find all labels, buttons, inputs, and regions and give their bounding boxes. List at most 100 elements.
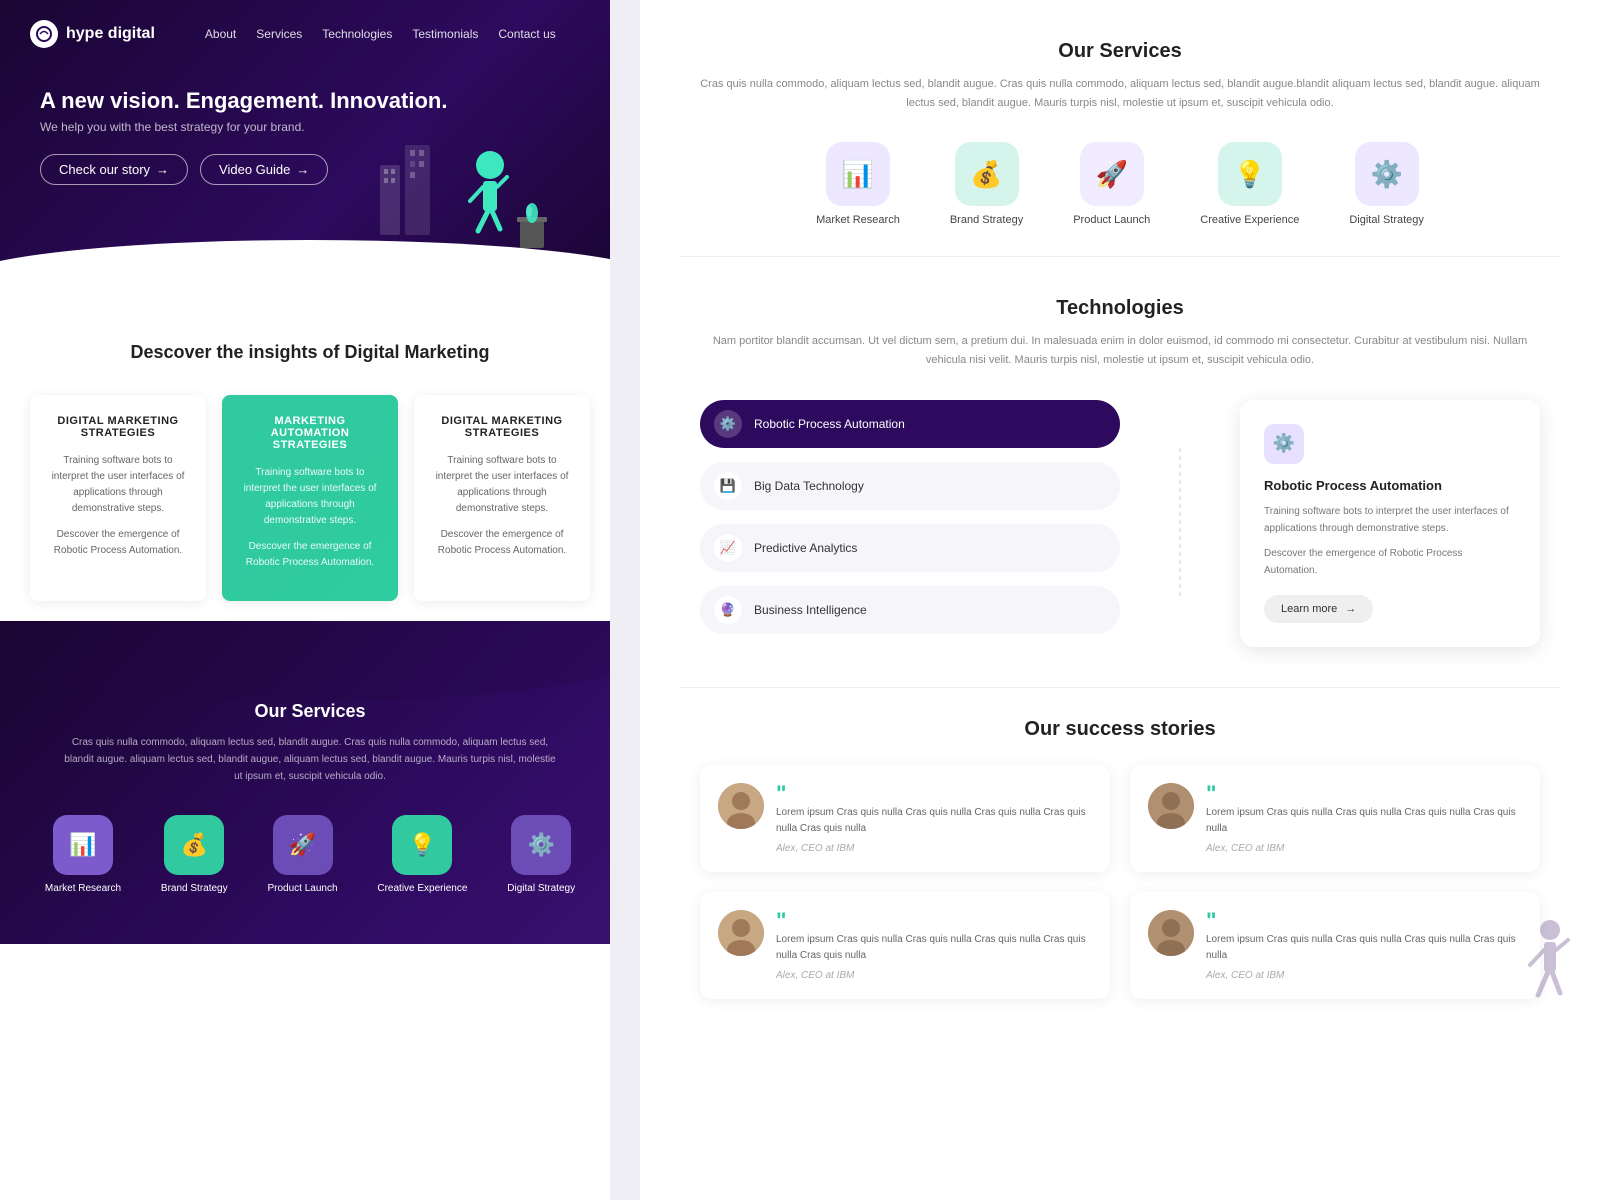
svc-top-product-launch[interactable]: 🚀 Product Launch: [1073, 142, 1150, 226]
svc-top-market-label: Market Research: [816, 214, 900, 226]
svc-top-brand-strategy[interactable]: 💰 Brand Strategy: [950, 142, 1023, 226]
svc-brand-icon-glyph: 💰: [970, 159, 1002, 190]
story-text-4: Lorem ipsum Cras quis nulla Cras quis nu…: [1206, 932, 1522, 964]
video-guide-button[interactable]: Video Guide →: [200, 154, 328, 185]
avatar-3: [718, 910, 764, 956]
brand-strategy-label: Brand Strategy: [161, 883, 228, 894]
digital-icon-box: ⚙️: [511, 815, 571, 875]
story-author-1: Alex, CEO at IBM: [776, 843, 1092, 854]
card-2-text2: Descover the emergence of Robotic Proces…: [238, 539, 382, 571]
nav-about[interactable]: About: [205, 27, 236, 41]
svc-market-icon-glyph: 📊: [842, 159, 874, 190]
bottom-services-title: Our Services: [30, 701, 590, 722]
story-card-3: " Lorem ipsum Cras quis nulla Cras quis …: [700, 892, 1110, 999]
service-icons-top-row: 📊 Market Research 💰 Brand Strategy 🚀 Pro…: [700, 142, 1540, 226]
digital-icon: ⚙️: [527, 832, 554, 858]
svc-top-creative[interactable]: 💡 Creative Experience: [1200, 142, 1299, 226]
card-3-text2: Descover the emergence of Robotic Proces…: [430, 527, 574, 559]
service-digital[interactable]: ⚙️ Digital Strategy: [507, 815, 575, 894]
svc-top-digital-icon: ⚙️: [1355, 142, 1419, 206]
nav-bar: hype digital About Services Technologies…: [30, 20, 590, 48]
svc-launch-icon-glyph: 🚀: [1096, 159, 1128, 190]
svc-top-digital-label: Digital Strategy: [1349, 214, 1424, 226]
tech-desc: Nam portitor blandit accumsan. Ut vel di…: [700, 332, 1540, 369]
quote-mark-4: ": [1206, 910, 1522, 932]
story-author-3: Alex, CEO at IBM: [776, 970, 1092, 981]
tech-item-rpa[interactable]: ⚙️ Robotic Process Automation: [700, 400, 1120, 448]
story-card-4: " Lorem ipsum Cras quis nulla Cras quis …: [1130, 892, 1540, 999]
hero-section: hype digital About Services Technologies…: [0, 0, 620, 280]
story-content-1: " Lorem ipsum Cras quis nulla Cras quis …: [776, 783, 1092, 854]
nav-technologies[interactable]: Technologies: [322, 27, 392, 41]
bottom-services: Our Services Cras quis nulla commodo, al…: [0, 661, 620, 944]
tech-detail-title: Robotic Process Automation: [1264, 478, 1516, 493]
brand-strategy-icon: 💰: [181, 832, 208, 858]
arrow-icon-2: →: [296, 162, 309, 177]
product-launch-icon-box: 🚀: [273, 815, 333, 875]
tech-detail-icon: ⚙️: [1264, 424, 1304, 464]
learn-more-arrow-icon: →: [1345, 603, 1356, 615]
tech-item-bi[interactable]: 🔮 Business Intelligence: [700, 586, 1120, 634]
logo[interactable]: hype digital: [30, 20, 155, 48]
story-content-3: " Lorem ipsum Cras quis nulla Cras quis …: [776, 910, 1092, 981]
left-panel: hype digital About Services Technologies…: [0, 0, 620, 1200]
check-story-button[interactable]: Check our story →: [40, 154, 188, 185]
svc-top-creative-icon: 💡: [1218, 142, 1282, 206]
tech-detail-text2: Descover the emergence of Robotic Proces…: [1264, 545, 1516, 579]
story-text-1: Lorem ipsum Cras quis nulla Cras quis nu…: [776, 805, 1092, 837]
predictive-label: Predictive Analytics: [754, 541, 857, 555]
svc-top-brand-label: Brand Strategy: [950, 214, 1023, 226]
service-market-research[interactable]: 📊 Market Research: [45, 815, 121, 894]
service-creative[interactable]: 💡 Creative Experience: [377, 815, 467, 894]
learn-more-button[interactable]: Learn more →: [1264, 595, 1373, 623]
our-services-section: Our Services Cras quis nulla commodo, al…: [640, 0, 1600, 256]
creative-label: Creative Experience: [377, 883, 467, 894]
nav-contact[interactable]: Contact us: [498, 27, 555, 41]
svc-top-brand-icon: 💰: [955, 142, 1019, 206]
insights-title: Descover the insights of Digital Marketi…: [30, 340, 590, 365]
svc-top-creative-label: Creative Experience: [1200, 214, 1299, 226]
card-2-text1: Training software bots to interpret the …: [238, 465, 382, 529]
tech-content: ⚙️ Robotic Process Automation 💾 Big Data…: [700, 400, 1540, 647]
card-1[interactable]: DIGITAL MARKETING STRATEGIES Training so…: [30, 395, 206, 601]
tech-detail-card: ⚙️ Robotic Process Automation Training s…: [1240, 400, 1540, 647]
svc-top-market-research[interactable]: 📊 Market Research: [816, 142, 900, 226]
nav-testimonials[interactable]: Testimonials: [412, 27, 478, 41]
tech-title: Technologies: [700, 297, 1540, 320]
avatar-4: [1148, 910, 1194, 956]
card-3-text1: Training software bots to interpret the …: [430, 453, 574, 517]
service-product-launch[interactable]: 🚀 Product Launch: [267, 815, 337, 894]
right-panel: Our Services Cras quis nulla commodo, al…: [640, 0, 1600, 1200]
svc-top-digital[interactable]: ⚙️ Digital Strategy: [1349, 142, 1424, 226]
dotted-connector: [1160, 400, 1200, 647]
svc-top-launch-icon: 🚀: [1080, 142, 1144, 206]
our-services-title: Our Services: [700, 40, 1540, 63]
success-stories-title: Our success stories: [700, 718, 1540, 741]
creative-icon: 💡: [409, 832, 436, 858]
quote-mark-1: ": [776, 783, 1092, 805]
service-brand-strategy[interactable]: 💰 Brand Strategy: [161, 815, 228, 894]
card-3[interactable]: DIGITAL MARKETING STRATEGIES Training so…: [414, 395, 590, 601]
technologies-section: Technologies Nam portitor blandit accums…: [640, 257, 1600, 686]
tech-item-predictive[interactable]: 📈 Predictive Analytics: [700, 524, 1120, 572]
quote-mark-3: ": [776, 910, 1092, 932]
card-1-text1: Training software bots to interpret the …: [46, 453, 190, 517]
market-research-label: Market Research: [45, 883, 121, 894]
market-research-icon-box: 📊: [53, 815, 113, 875]
story-text-2: Lorem ipsum Cras quis nulla Cras quis nu…: [1206, 805, 1522, 837]
nav-services[interactable]: Services: [256, 27, 302, 41]
hero-illustration: [370, 105, 570, 270]
story-card-2: " Lorem ipsum Cras quis nulla Cras quis …: [1130, 765, 1540, 872]
bigdata-label: Big Data Technology: [754, 479, 864, 493]
svc-creative-icon-glyph: 💡: [1234, 159, 1266, 190]
brand-name: hype digital: [66, 25, 155, 43]
card-2-title: MARKETING AUTOMATION STRATEGIES: [238, 415, 382, 451]
story-author-2: Alex, CEO at IBM: [1206, 843, 1522, 854]
bottom-services-icons: 📊 Market Research 💰 Brand Strategy 🚀 Pro…: [30, 815, 590, 894]
bottom-services-desc: Cras quis nulla commodo, aliquam lectus …: [60, 734, 560, 785]
story-text-3: Lorem ipsum Cras quis nulla Cras quis nu…: [776, 932, 1092, 964]
tech-item-bigdata[interactable]: 💾 Big Data Technology: [700, 462, 1120, 510]
product-launch-label: Product Launch: [267, 883, 337, 894]
svc-digital-icon-glyph: ⚙️: [1370, 159, 1402, 190]
card-2-active[interactable]: MARKETING AUTOMATION STRATEGIES Training…: [222, 395, 398, 601]
